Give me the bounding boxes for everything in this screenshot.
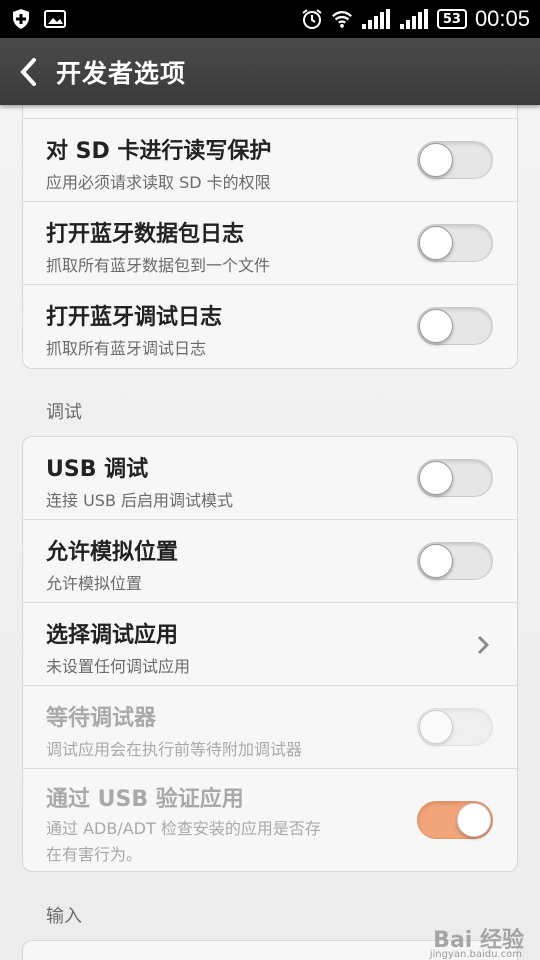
chevron-right-icon bbox=[473, 633, 493, 657]
shield-icon bbox=[10, 8, 32, 30]
list-item bbox=[23, 105, 517, 119]
usb-debugging-row[interactable]: USB 调试 连接 USB 后启用调试模式 bbox=[23, 437, 517, 520]
select-debug-app-row[interactable]: 选择调试应用 未设置任何调试应用 bbox=[23, 603, 517, 686]
image-icon bbox=[44, 8, 66, 30]
usb-debugging-toggle[interactable] bbox=[417, 459, 493, 497]
battery-indicator: 53 bbox=[436, 9, 467, 29]
debug-card: USB 调试 连接 USB 后启用调试模式 允许模拟位置 允许模拟位置 选择调试… bbox=[22, 436, 518, 872]
section-label-debug: 调试 bbox=[46, 402, 82, 423]
page-title: 开发者选项 bbox=[56, 58, 187, 88]
signal-icon bbox=[399, 8, 429, 30]
signal-icon bbox=[361, 8, 391, 30]
status-bar: 53 00:05 bbox=[0, 0, 540, 38]
watermark-url: jingyan.baidu.com bbox=[429, 949, 522, 960]
bluetooth-debug-log-toggle[interactable] bbox=[417, 307, 493, 345]
title-bar: 开发者选项 bbox=[0, 38, 540, 105]
alarm-icon bbox=[301, 8, 323, 30]
sd-write-protect-toggle[interactable] bbox=[417, 141, 493, 179]
wait-for-debugger-toggle bbox=[417, 708, 493, 746]
mock-location-toggle[interactable] bbox=[417, 542, 493, 580]
chevron-left-icon bbox=[20, 57, 36, 86]
status-time: 00:05 bbox=[474, 6, 530, 31]
back-button[interactable] bbox=[0, 38, 56, 105]
mock-location-row[interactable]: 允许模拟位置 允许模拟位置 bbox=[23, 520, 517, 603]
bluetooth-hci-log-row[interactable]: 打开蓝牙数据包日志 抓取所有蓝牙数据包到一个文件 bbox=[23, 202, 517, 285]
settings-list[interactable]: 对 SD 卡进行读写保护 应用必须请求读取 SD 卡的权限 打开蓝牙数据包日志 … bbox=[0, 105, 540, 960]
verify-apps-usb-row: 通过 USB 验证应用 通过 ADB/ADT 检查安装的应用是否存 在有害行为。 bbox=[23, 769, 517, 871]
bluetooth-debug-log-row[interactable]: 打开蓝牙调试日志 抓取所有蓝牙调试日志 bbox=[23, 285, 517, 368]
verify-apps-usb-toggle bbox=[417, 801, 493, 839]
wait-for-debugger-row: 等待调试器 调试应用会在执行前等待附加调试器 bbox=[23, 686, 517, 769]
sd-write-protect-row[interactable]: 对 SD 卡进行读写保护 应用必须请求读取 SD 卡的权限 bbox=[23, 119, 517, 202]
storage-card: 对 SD 卡进行读写保护 应用必须请求读取 SD 卡的权限 打开蓝牙数据包日志 … bbox=[22, 105, 518, 369]
section-label-input: 输入 bbox=[46, 906, 82, 927]
bluetooth-hci-log-toggle[interactable] bbox=[417, 224, 493, 262]
wifi-icon bbox=[331, 8, 353, 30]
